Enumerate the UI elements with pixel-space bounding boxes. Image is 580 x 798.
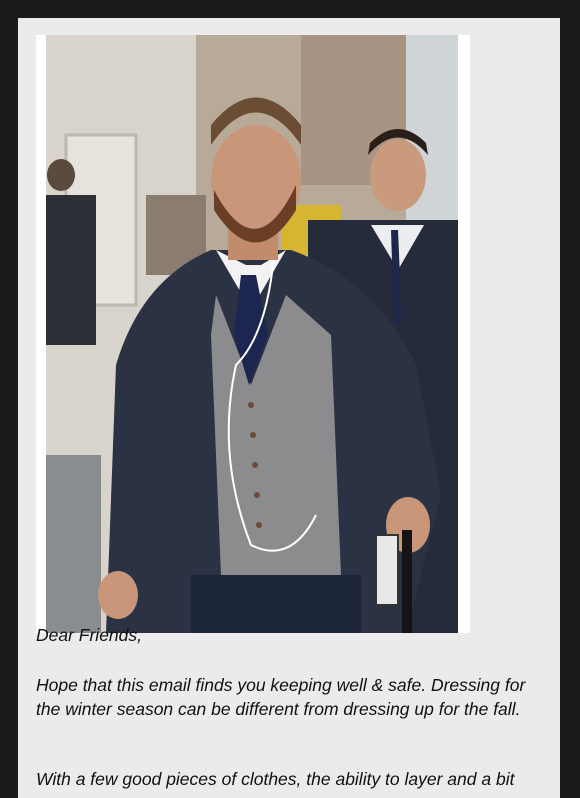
hero-image-frame	[36, 35, 470, 633]
email-viewport: Dear Friends, Hope that this email finds…	[0, 0, 580, 798]
email-body: Dear Friends, Hope that this email finds…	[18, 18, 560, 798]
email-paragraph-partial: With a few good pieces of clothes, the a…	[36, 769, 515, 789]
suit-photo-illustration	[46, 35, 458, 633]
email-greeting: Dear Friends,	[36, 625, 143, 645]
email-paragraph: Hope that this email finds you keeping w…	[36, 675, 526, 719]
hero-image[interactable]	[46, 35, 458, 633]
